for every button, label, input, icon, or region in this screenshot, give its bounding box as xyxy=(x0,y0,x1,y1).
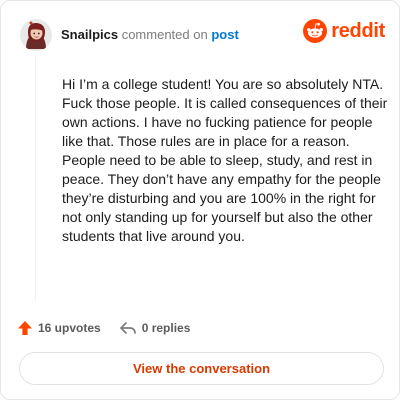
meta-verb: commented on xyxy=(121,27,208,42)
upvote-arrow-icon xyxy=(18,321,32,335)
reddit-brand[interactable]: reddit xyxy=(303,19,385,43)
reply-count: 0 replies xyxy=(141,321,191,335)
reddit-wordmark: reddit xyxy=(331,20,385,42)
post-link[interactable]: post xyxy=(211,27,238,42)
comment-meta: Snailpics commented on post xyxy=(61,27,239,43)
thread-line xyxy=(35,57,36,301)
upvote-button[interactable]: 16 upvotes xyxy=(17,320,101,336)
upvote-count: 16 upvotes xyxy=(38,321,101,335)
comment-body: Hi I’m a college student! You are so abs… xyxy=(62,76,388,244)
reply-button[interactable]: 0 replies xyxy=(119,320,191,336)
reply-arrow-icon xyxy=(119,322,136,334)
comment-actions: 16 upvotes 0 replies xyxy=(17,317,208,339)
user-avatar-icon[interactable] xyxy=(20,19,52,51)
username-link[interactable]: Snailpics xyxy=(61,27,118,42)
comment-card: Snailpics commented on post reddit Hi I’… xyxy=(0,0,400,400)
view-conversation-button[interactable]: View the conversation xyxy=(19,352,384,385)
reddit-snoo-icon xyxy=(303,19,328,43)
